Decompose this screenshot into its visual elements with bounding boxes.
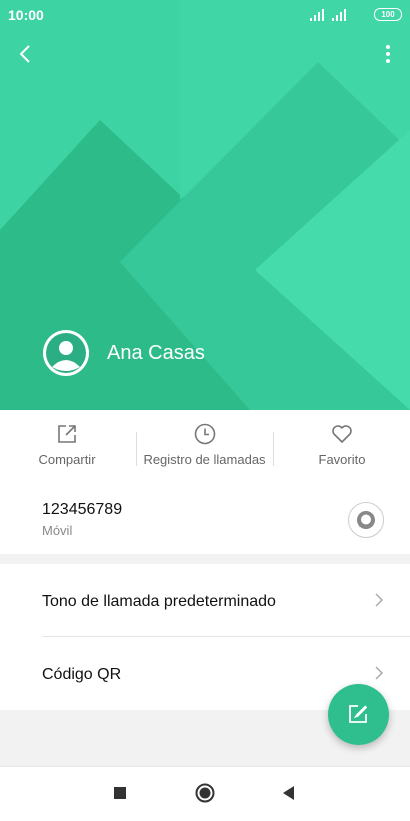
heart-icon (332, 425, 352, 443)
qr-code-label: Código QR (42, 666, 122, 683)
call-log-button[interactable]: Registro de llamadas (138, 410, 271, 480)
chevron-right-icon (375, 593, 384, 607)
home-button-icon[interactable] (194, 782, 216, 804)
navigation-bar (0, 766, 410, 821)
share-icon (58, 425, 76, 443)
chevron-right-icon (375, 666, 384, 680)
edit-icon (349, 705, 368, 723)
call-log-label: Registro de llamadas (143, 452, 266, 467)
more-options-icon[interactable] (384, 44, 392, 64)
avatar (43, 330, 89, 376)
signal-icon (310, 9, 324, 21)
phone-number: 123456789 (42, 501, 123, 518)
recents-button-icon[interactable] (109, 782, 131, 804)
favorite-button[interactable]: Favorito (297, 410, 387, 480)
edit-contact-fab[interactable] (328, 684, 389, 745)
contact-name: Ana Casas (107, 342, 205, 364)
message-button[interactable] (348, 502, 384, 538)
action-bar: Compartir Registro de llamadas Favorito (0, 410, 410, 480)
ringtone-label: Tono de llamada predeterminado (42, 593, 276, 610)
phone-type-label: Móvil (42, 523, 73, 538)
share-button[interactable]: Compartir (22, 410, 112, 480)
status-time: 10:00 (8, 7, 44, 23)
action-divider (136, 432, 137, 466)
share-label: Compartir (38, 452, 96, 467)
action-divider (273, 432, 274, 466)
message-bubble-icon (357, 511, 375, 529)
favorite-label: Favorito (318, 452, 366, 467)
clock-icon (194, 423, 215, 445)
list-item-ringtone[interactable]: Tono de llamada predeterminado (0, 564, 410, 637)
battery-indicator: 100 (374, 8, 402, 21)
back-button-icon[interactable] (278, 782, 300, 804)
signal-icon-2 (332, 9, 346, 21)
section-gap (0, 554, 410, 564)
contact-header: 10:00 100 Ana Casas (0, 0, 410, 410)
back-arrow-icon[interactable] (14, 42, 38, 66)
status-bar: 10:00 100 (0, 0, 410, 30)
phone-number-row[interactable]: 123456789 Móvil (0, 480, 410, 554)
